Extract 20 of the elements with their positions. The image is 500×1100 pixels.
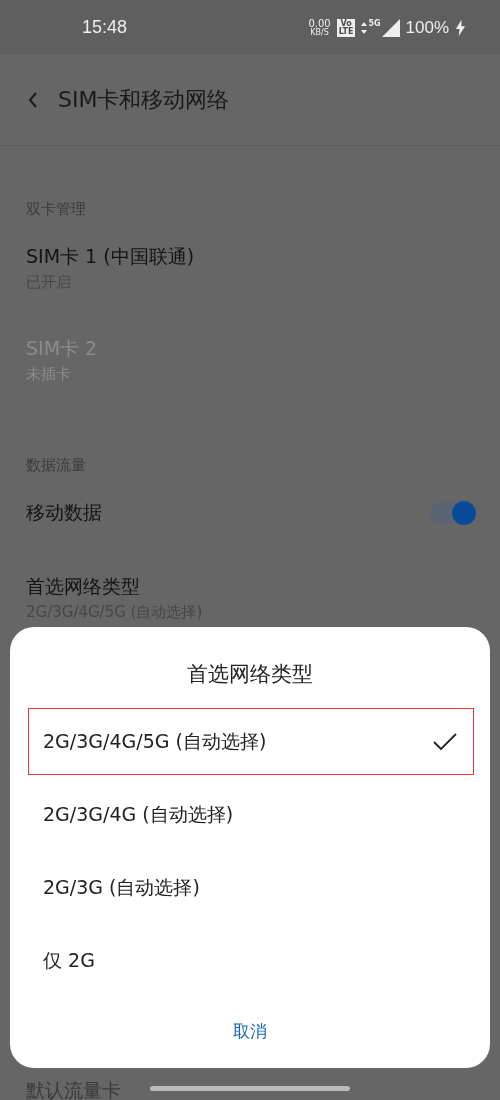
battery-level: 100% — [405, 17, 449, 38]
data-arrows-icon — [361, 21, 368, 34]
signal-icon — [381, 18, 400, 37]
network-type: 5G — [368, 18, 381, 28]
home-indicator[interactable] — [150, 1086, 350, 1091]
dialog-title: 首选网络类型 — [187, 661, 313, 688]
toggle-switch[interactable] — [430, 502, 474, 524]
checkmark-icon — [433, 732, 457, 751]
back-icon[interactable] — [28, 91, 38, 109]
volte-icon: Vo LTE — [336, 18, 356, 37]
option-item[interactable]: 仅 2G — [28, 927, 474, 994]
net-speed: 0.00 — [308, 18, 331, 29]
option-item[interactable]: 2G/3G/4G (自动选择) — [28, 781, 474, 848]
net-speed-unit: KB/S — [310, 28, 329, 37]
cancel-button[interactable]: 取消 — [221, 1014, 279, 1049]
status-time: 15:48 — [82, 17, 128, 38]
option-item[interactable]: 2G/3G (自动选择) — [28, 854, 474, 921]
page-title: SIM卡和移动网络 — [58, 86, 230, 114]
option-item[interactable]: 2G/3G/4G/5G (自动选择) — [28, 708, 474, 775]
setting-title: 移动数据 — [26, 500, 102, 525]
